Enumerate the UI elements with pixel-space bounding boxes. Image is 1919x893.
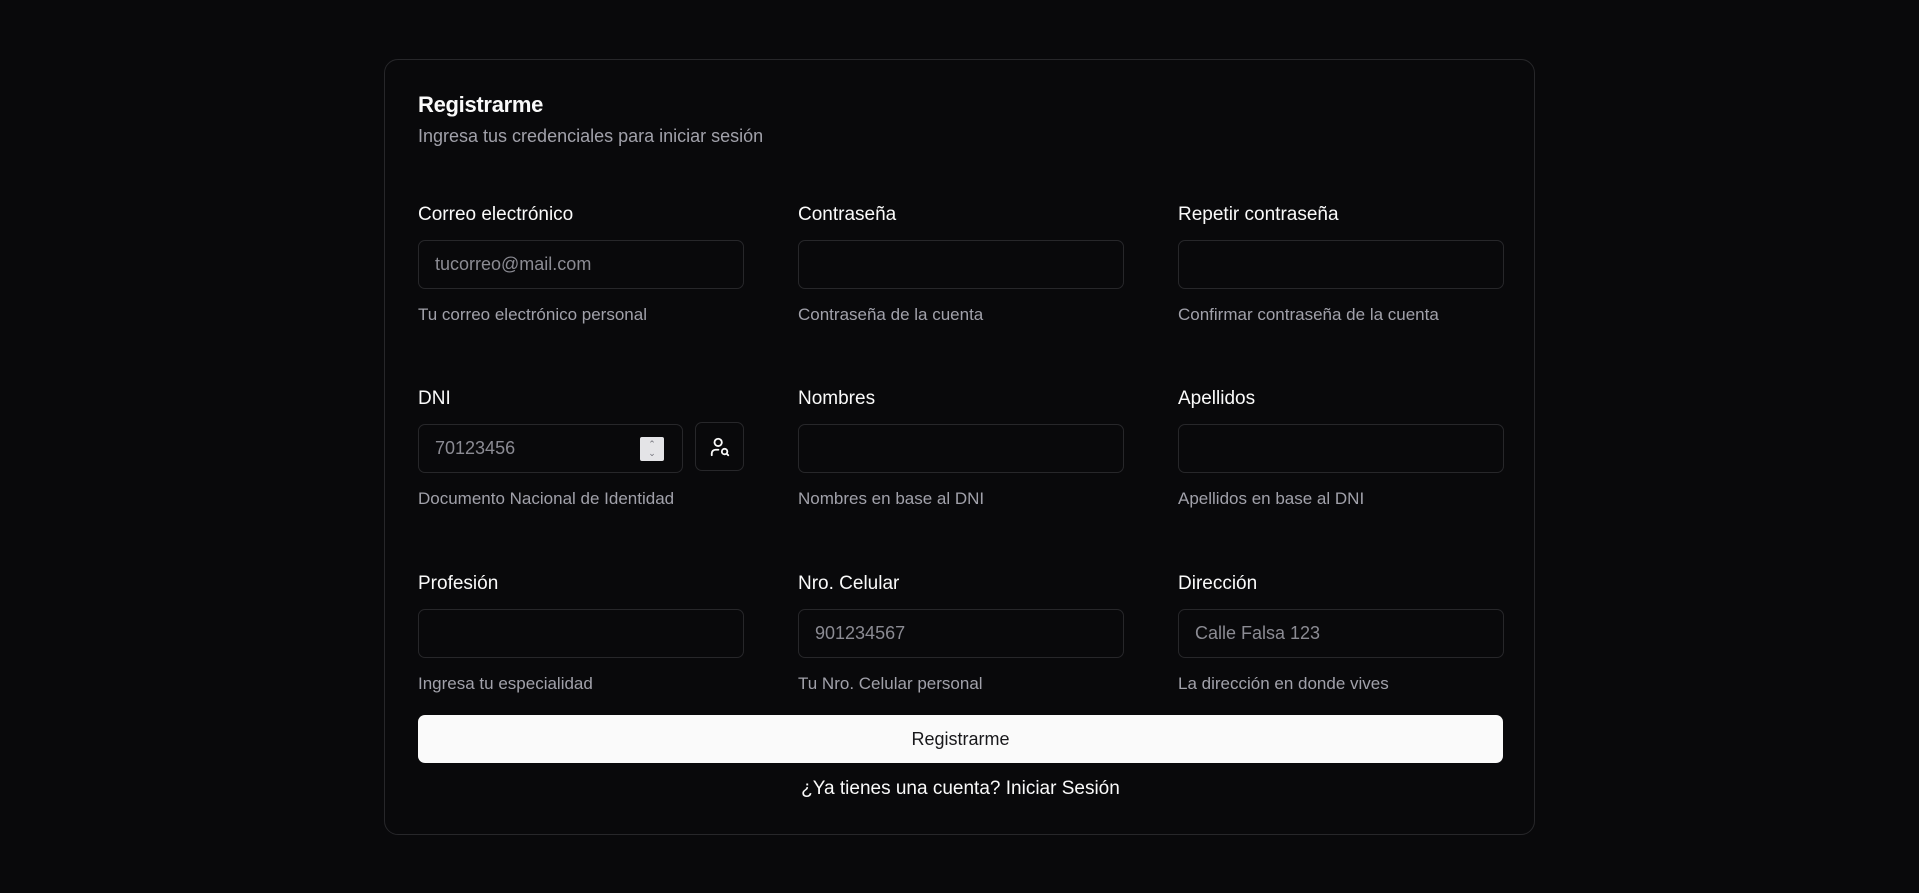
repeat-password-input[interactable]: [1178, 240, 1504, 289]
apellidos-label: Apellidos: [1178, 388, 1256, 409]
profesion-label: Profesión: [418, 573, 499, 594]
register-card: Registrarme Ingresa tus credenciales par…: [384, 59, 1535, 835]
nombres-help: Nombres en base al DNI: [798, 489, 985, 508]
password-help: Contraseña de la cuenta: [798, 305, 984, 324]
email-input[interactable]: [418, 240, 744, 289]
apellidos-input[interactable]: [1178, 424, 1504, 473]
dni-label: DNI: [418, 388, 451, 409]
login-link[interactable]: Iniciar Sesión: [1006, 778, 1120, 799]
dni-lookup-button[interactable]: [695, 422, 744, 471]
nombres-label: Nombres: [798, 388, 876, 409]
user-search-icon: [710, 437, 729, 456]
celular-input[interactable]: [798, 609, 1124, 658]
dni-spinner[interactable]: ⌃ ⌄: [640, 437, 664, 461]
login-prompt-line: ¿Ya tienes una cuenta? Iniciar Sesión: [418, 776, 1503, 802]
direccion-input[interactable]: [1178, 609, 1504, 658]
profesion-input[interactable]: [418, 609, 744, 658]
login-prompt-text: ¿Ya tienes una cuenta?: [801, 778, 1001, 799]
profesion-help: Ingresa tu especialidad: [418, 674, 593, 693]
direccion-label: Dirección: [1178, 573, 1258, 594]
repeat-password-label: Repetir contraseña: [1178, 204, 1339, 225]
password-input[interactable]: [798, 240, 1124, 289]
nombres-input[interactable]: [798, 424, 1124, 473]
password-label: Contraseña: [798, 204, 897, 225]
card-description: Ingresa tus credenciales para iniciar se…: [418, 126, 764, 146]
celular-help: Tu Nro. Celular personal: [798, 674, 983, 693]
dni-help: Documento Nacional de Identidad: [418, 489, 675, 508]
repeat-password-help: Confirmar contraseña de la cuenta: [1178, 305, 1439, 324]
register-button[interactable]: Registrarme: [418, 715, 1503, 763]
celular-label: Nro. Celular: [798, 573, 900, 594]
direccion-help: La dirección en donde vives: [1178, 674, 1389, 693]
card-title: Registrarme: [418, 92, 544, 117]
email-help: Tu correo electrónico personal: [418, 305, 647, 324]
chevron-down-icon[interactable]: ⌄: [648, 449, 656, 458]
email-label: Correo electrónico: [418, 204, 574, 225]
apellidos-help: Apellidos en base al DNI: [1178, 489, 1365, 508]
